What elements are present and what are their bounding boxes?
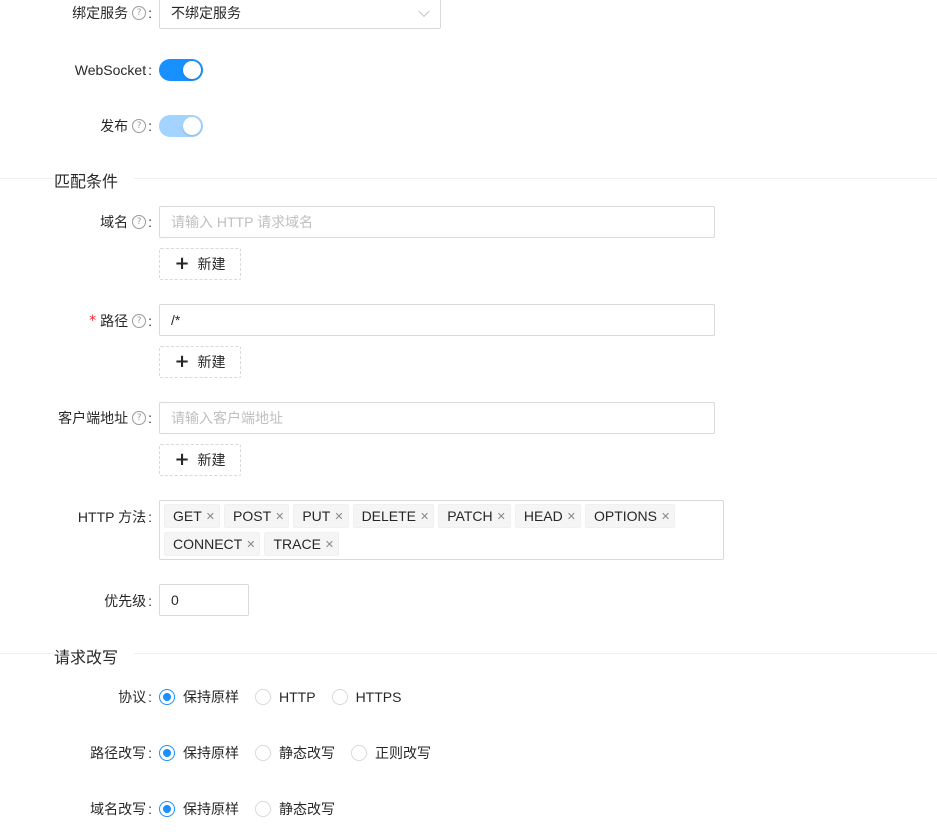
host-rewrite-label-text: 域名改写 <box>90 801 147 817</box>
priority-label: 优先级 : <box>104 593 152 609</box>
tag-row: CONNECT ✕ TRACE ✕ <box>164 532 719 556</box>
chevron-down-icon <box>418 5 430 18</box>
method-tag: TRACE ✕ <box>264 532 340 556</box>
required-mark: * <box>89 313 97 329</box>
plus-icon: + <box>174 253 190 274</box>
priority-input[interactable] <box>159 584 249 616</box>
method-tag: GET ✕ <box>164 504 220 528</box>
websocket-switch[interactable] <box>159 59 203 81</box>
help-icon[interactable]: ? <box>132 6 147 20</box>
domain-label: 域名 ? : <box>100 214 152 230</box>
domain-add-label: 新建 <box>197 256 226 272</box>
path-rewrite-radio-static[interactable]: 静态改写 <box>255 743 335 763</box>
help-icon[interactable]: ? <box>132 411 147 425</box>
rewrite-section-title: 请求改写 <box>54 644 135 668</box>
publish-switch[interactable] <box>159 115 203 137</box>
client-address-add-button[interactable]: + 新建 <box>159 444 241 476</box>
radio-dot <box>331 689 348 705</box>
close-icon[interactable]: ✕ <box>206 510 215 523</box>
radio-dot <box>255 689 271 705</box>
path-label-text: 路径 <box>100 313 129 329</box>
close-icon[interactable]: ✕ <box>334 510 343 523</box>
match-section-title: 匹配条件 <box>54 168 135 192</box>
path-rewrite-label-text: 路径改写 <box>90 745 147 761</box>
radio-dot <box>351 745 367 761</box>
method-tag: DELETE ✕ <box>352 504 435 528</box>
path-rewrite-label: 路径改写 : <box>90 745 152 761</box>
section-divider <box>0 178 937 179</box>
protocol-label-text: 协议 <box>118 689 147 705</box>
websocket-label: WebSocket : <box>74 62 152 78</box>
protocol-radio-http[interactable]: HTTP <box>255 689 316 705</box>
protocol-label: 协议 : <box>118 689 152 705</box>
path-add-button[interactable]: + 新建 <box>159 346 241 378</box>
client-address-label: 客户端地址 ? : <box>58 410 152 426</box>
help-icon[interactable]: ? <box>132 119 147 133</box>
path-label: * 路径 ? : <box>89 313 152 329</box>
close-icon[interactable]: ✕ <box>661 510 670 523</box>
bind-service-value: 不绑定服务 <box>171 5 241 21</box>
bind-service-select[interactable]: 不绑定服务 <box>159 0 441 29</box>
http-methods-label-text: HTTP 方法 <box>77 509 147 525</box>
client-address-label-text: 客户端地址 <box>58 410 129 426</box>
client-address-input[interactable] <box>159 402 715 434</box>
help-icon[interactable]: ? <box>132 314 147 328</box>
close-icon[interactable]: ✕ <box>567 510 576 523</box>
host-rewrite-radio-keep[interactable]: 保持原样 <box>159 799 239 819</box>
help-icon[interactable]: ? <box>132 215 147 229</box>
radio-dot <box>255 801 271 817</box>
method-tag: POST ✕ <box>224 504 290 528</box>
bind-service-label-text: 绑定服务 <box>72 5 129 21</box>
publish-label-text: 发布 <box>100 118 129 134</box>
path-rewrite-radio-keep[interactable]: 保持原样 <box>159 743 239 763</box>
protocol-radio-https[interactable]: HTTPS <box>331 689 401 705</box>
domain-add-button[interactable]: + 新建 <box>159 248 241 280</box>
http-methods-select[interactable]: GET ✕ POST ✕ PUT ✕ DELETE ✕ PATCH ✕ HEAD ✕ OPT… <box>159 500 724 560</box>
method-tag: OPTIONS ✕ <box>584 504 676 528</box>
protocol-radio-keep[interactable]: 保持原样 <box>159 687 239 707</box>
bind-service-label: 绑定服务 ? : <box>72 5 152 21</box>
domain-label-text: 域名 <box>100 214 129 230</box>
radio-dot <box>255 745 271 761</box>
radio-dot <box>159 689 175 705</box>
publish-label: 发布 ? : <box>100 118 152 134</box>
websocket-label-text: WebSocket <box>74 62 147 78</box>
method-tag: PATCH ✕ <box>438 504 511 528</box>
path-rewrite-radio-regex[interactable]: 正则改写 <box>351 743 431 763</box>
tag-row: GET ✕ POST ✕ PUT ✕ DELETE ✕ PATCH ✕ HEAD ✕ OPT… <box>164 504 719 528</box>
host-rewrite-radio-group: 保持原样 静态改写 <box>159 798 351 820</box>
path-add-label: 新建 <box>197 354 226 370</box>
switch-knob <box>183 117 201 135</box>
priority-label-text: 优先级 <box>104 593 147 609</box>
close-icon[interactable]: ✕ <box>497 510 506 523</box>
close-icon[interactable]: ✕ <box>275 510 284 523</box>
plus-icon: + <box>174 351 190 372</box>
close-icon[interactable]: ✕ <box>325 538 334 551</box>
method-tag: PUT ✕ <box>293 504 349 528</box>
section-divider <box>0 653 937 654</box>
plus-icon: + <box>174 449 190 470</box>
path-input[interactable] <box>159 304 715 336</box>
host-rewrite-label: 域名改写 : <box>90 801 152 817</box>
domain-input[interactable] <box>159 206 715 238</box>
close-icon[interactable]: ✕ <box>420 510 429 523</box>
method-tag: HEAD ✕ <box>514 504 581 528</box>
client-address-add-label: 新建 <box>197 452 226 468</box>
host-rewrite-radio-static[interactable]: 静态改写 <box>255 799 335 819</box>
switch-knob <box>183 61 201 79</box>
protocol-radio-group: 保持原样 HTTP HTTPS <box>159 686 417 708</box>
close-icon[interactable]: ✕ <box>246 538 255 551</box>
http-methods-label: HTTP 方法 : <box>77 509 152 525</box>
radio-dot <box>159 801 175 817</box>
radio-dot <box>159 745 175 761</box>
method-tag: CONNECT ✕ <box>164 532 261 556</box>
path-rewrite-radio-group: 保持原样 静态改写 正则改写 <box>159 742 447 764</box>
